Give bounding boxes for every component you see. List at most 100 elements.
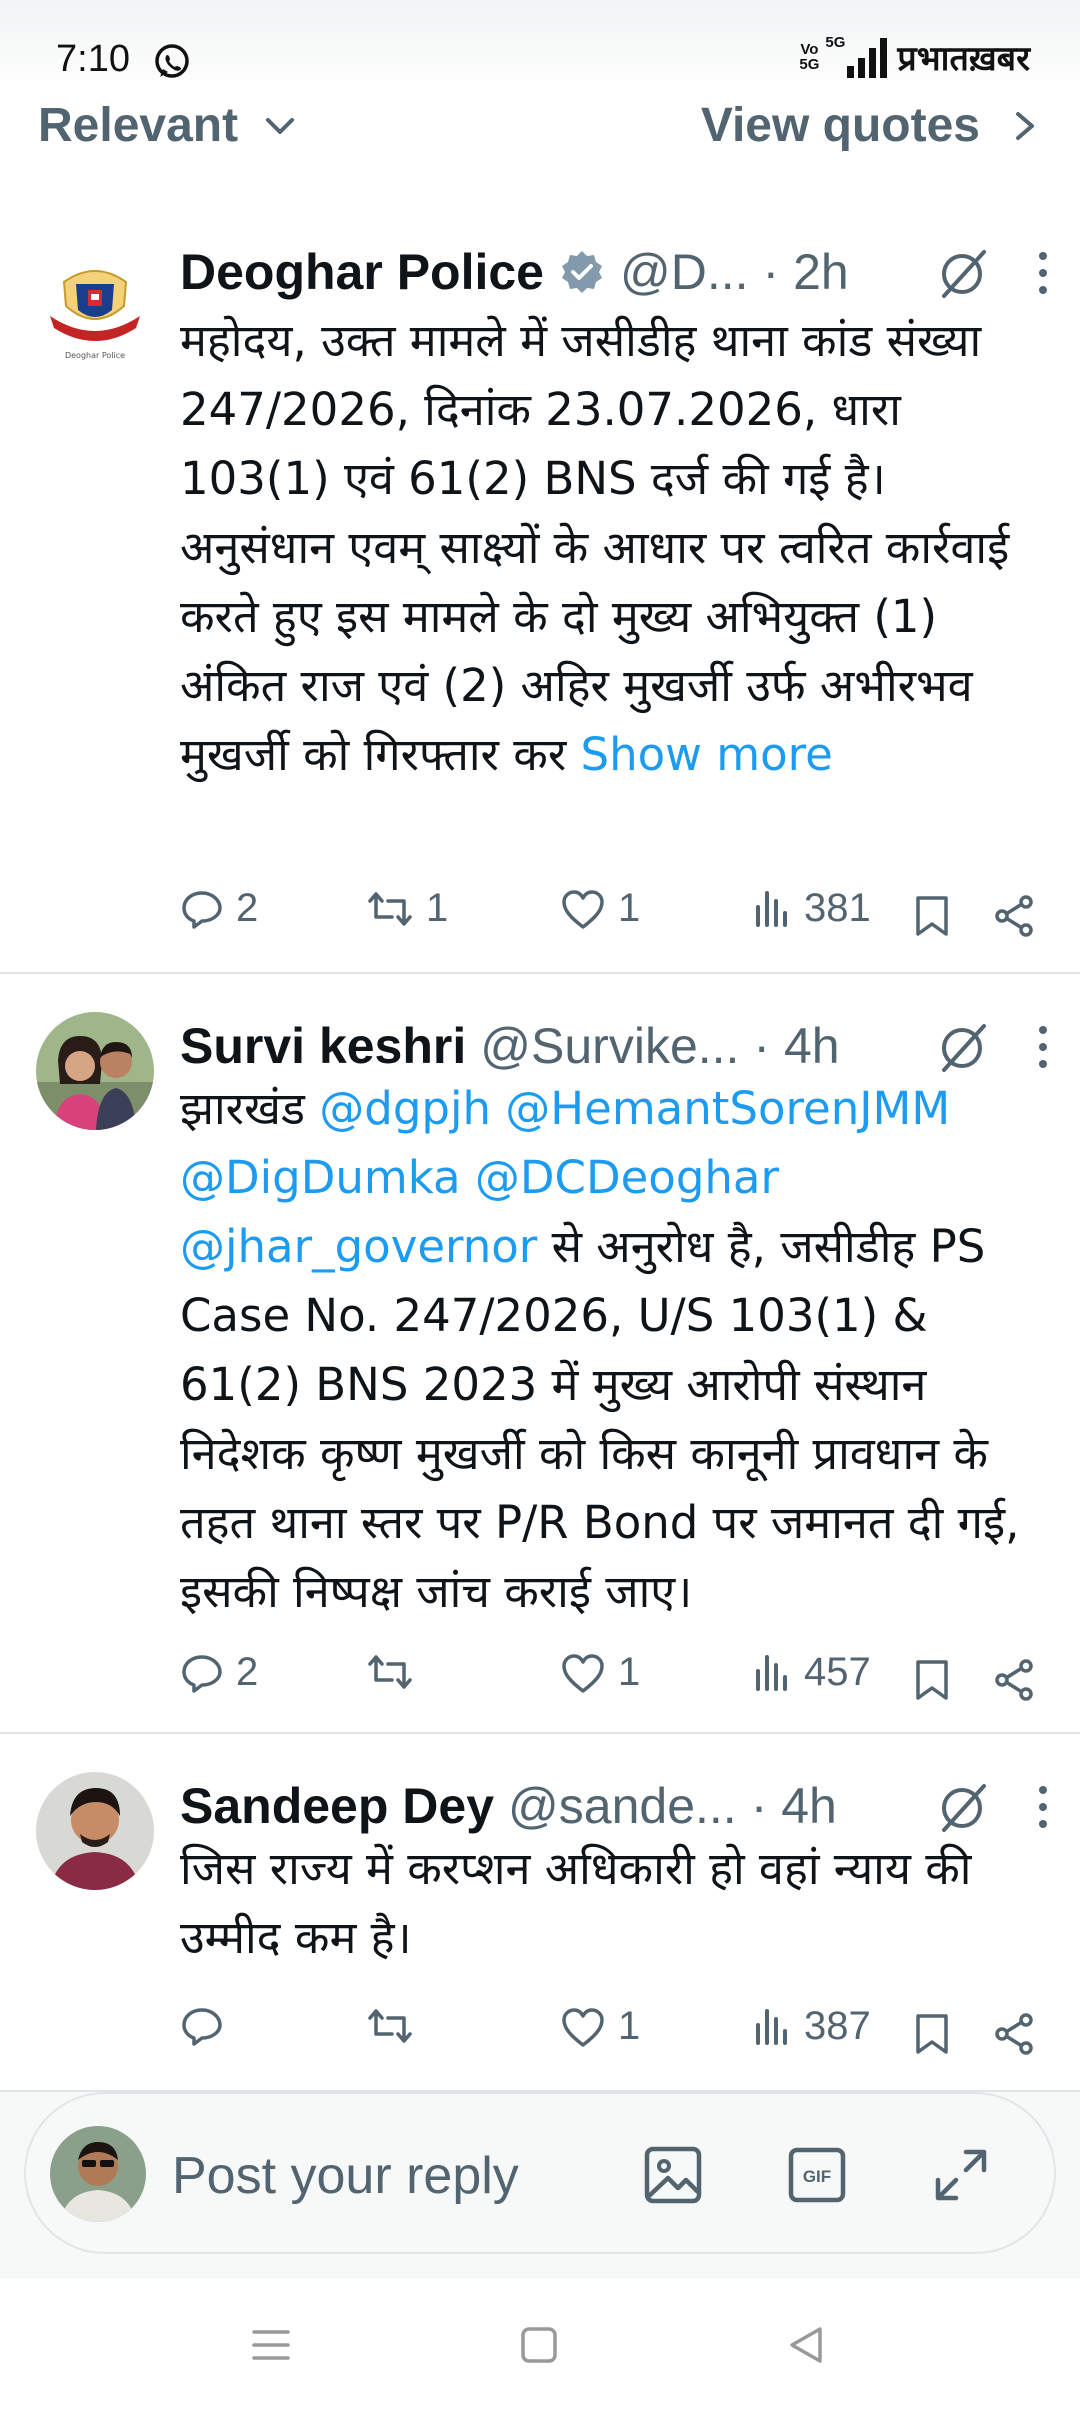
tweet-body: जिस राज्य में करप्शन अधिकारी हो वहां न्य…	[180, 1842, 972, 1964]
like-button[interactable]: 1	[560, 886, 640, 931]
views-button[interactable]: 457	[752, 1650, 871, 1695]
repost-button[interactable]	[366, 2004, 426, 2048]
reply-icon	[182, 2008, 222, 2046]
repost-count: 1	[426, 886, 449, 930]
grok-icon[interactable]	[934, 1780, 990, 1836]
home-icon[interactable]	[514, 2320, 564, 2370]
sort-dropdown[interactable]: Relevant	[38, 98, 300, 153]
share-icon[interactable]	[992, 2012, 1036, 2056]
views-count: 457	[804, 1650, 871, 1694]
tweet-body-prefix: झारखंड	[180, 1082, 320, 1135]
like-button[interactable]: 1	[560, 1650, 640, 1695]
current-user-avatar[interactable]	[50, 2126, 146, 2222]
heart-icon	[562, 2007, 604, 2047]
views-icon	[756, 1654, 787, 1691]
tweet[interactable]: Sandeep Dey @sande... · 4h जिस राज्य में…	[0, 1736, 1080, 2092]
reply-count: 2	[236, 1650, 259, 1694]
bookmark-icon[interactable]	[914, 2012, 950, 2056]
views-button[interactable]: 381	[752, 886, 871, 931]
bookmark-icon[interactable]	[914, 894, 950, 938]
tweet-time: · 4h	[750, 1778, 837, 1834]
tweet[interactable]: Deoghar Police Deoghar Police @D... · 2h…	[0, 210, 1080, 974]
image-icon[interactable]	[638, 2140, 708, 2210]
author-name[interactable]: Survi keshri	[180, 1017, 466, 1075]
author-handle[interactable]: @Survike...	[480, 1017, 739, 1075]
tweet-time: · 2h	[762, 244, 849, 300]
like-button[interactable]: 1	[560, 2004, 640, 2049]
tweet[interactable]: Survi keshri @Survike... · 4h झारखंड @dg…	[0, 976, 1080, 1734]
repost-icon	[368, 891, 412, 926]
reply-icon	[182, 890, 222, 929]
like-count: 1	[618, 886, 641, 930]
reply-composer: Post your reply GIF	[0, 2092, 1080, 2278]
views-button[interactable]: 387	[752, 2004, 871, 2049]
author-handle[interactable]: @D...	[620, 243, 749, 301]
sort-label: Relevant	[38, 99, 239, 152]
repost-icon	[368, 1655, 412, 1689]
reply-input[interactable]: Post your reply GIF	[24, 2092, 1056, 2254]
brand-text: प्रभातख़बर	[897, 39, 1030, 79]
avatar[interactable]: Deoghar Police	[36, 250, 154, 368]
avatar[interactable]	[36, 1772, 154, 1890]
mention-links-1[interactable]: @dgpjh @HemantSorenJMM	[319, 1082, 950, 1135]
mention-links-2[interactable]: @DigDumka @DCDeoghar	[180, 1151, 779, 1204]
status-bar: 7:10 Vo 5G 5G प्रभातख़बर	[0, 0, 1080, 92]
grok-icon[interactable]	[934, 246, 990, 302]
network-label: 5G	[825, 34, 846, 51]
views-icon	[756, 2008, 787, 2045]
avatar-photo	[36, 1772, 154, 1890]
reply-placeholder: Post your reply	[172, 2147, 519, 2205]
view-quotes-label: View quotes	[700, 99, 980, 152]
share-icon[interactable]	[992, 1658, 1036, 1702]
tweet-actions: 1 387	[180, 2004, 1050, 2064]
view-quotes-link[interactable]: View quotes	[701, 98, 1040, 153]
volte-bottom: 5G	[799, 56, 820, 73]
system-nav-bar	[0, 2280, 1080, 2412]
repost-button[interactable]: 1	[366, 886, 448, 931]
tweet-text: महोदय, उक्त मामले में जसीडीह थाना कांड स…	[180, 306, 1050, 789]
prabhat-khabar-logo: प्रभातख़बर	[897, 24, 1030, 80]
author-handle[interactable]: @sande...	[508, 1777, 737, 1835]
whatsapp-icon	[155, 44, 189, 78]
gif-button[interactable]: GIF	[782, 2140, 852, 2210]
status-right: Vo 5G 5G प्रभातख़बर	[799, 24, 1030, 80]
heart-icon	[562, 1653, 604, 1693]
menu-icon[interactable]	[246, 2320, 296, 2370]
repost-icon	[368, 2009, 412, 2043]
more-options-icon[interactable]	[1028, 1022, 1058, 1072]
more-options-icon[interactable]	[1028, 1782, 1058, 1832]
reply-button[interactable]: 2	[180, 886, 258, 931]
gif-label: GIF	[803, 2167, 831, 2186]
chevron-down-icon	[266, 117, 295, 134]
like-count: 1	[618, 2004, 641, 2048]
expand-icon[interactable]	[926, 2140, 996, 2210]
bookmark-icon[interactable]	[914, 1658, 950, 1702]
reply-button[interactable]	[180, 2004, 236, 2048]
tweet-header: Deoghar Police @D... · 2h	[180, 242, 1056, 302]
deoghar-police-logo: Deoghar Police	[36, 250, 154, 368]
tweet-text: जिस राज्य में करप्शन अधिकारी हो वहां न्य…	[180, 1834, 1050, 1972]
reply-button[interactable]: 2	[180, 1650, 258, 1695]
avatar[interactable]	[36, 1012, 154, 1130]
mention-links-3[interactable]: @jhar_governor	[180, 1220, 537, 1273]
grok-icon[interactable]	[934, 1020, 990, 1076]
more-options-icon[interactable]	[1028, 248, 1058, 298]
tweet-text: झारखंड @dgpjh @HemantSorenJMM @DigDumka …	[180, 1074, 1050, 1626]
tweet-body: महोदय, उक्त मामले में जसीडीह थाना कांड स…	[180, 314, 1010, 781]
views-count: 381	[804, 886, 871, 930]
reply-icon	[182, 1654, 222, 1693]
author-name[interactable]: Deoghar Police	[180, 243, 544, 301]
status-time: 7:10	[56, 38, 130, 80]
share-icon[interactable]	[992, 894, 1036, 938]
show-more-link[interactable]: Show more	[581, 728, 833, 781]
tweet-header: Survi keshri @Survike... · 4h	[180, 1016, 1056, 1076]
tweet-actions: 2 1 1 381	[180, 886, 1050, 946]
filter-row: Relevant View quotes	[0, 92, 1080, 182]
volte-indicator: Vo 5G	[799, 42, 819, 72]
svg-text:Deoghar Police: Deoghar Police	[65, 351, 125, 360]
back-icon[interactable]	[782, 2320, 832, 2370]
avatar-photo	[50, 2126, 146, 2222]
tweet-time: · 4h	[753, 1018, 840, 1074]
repost-button[interactable]	[366, 1650, 426, 1694]
author-name[interactable]: Sandeep Dey	[180, 1777, 494, 1835]
